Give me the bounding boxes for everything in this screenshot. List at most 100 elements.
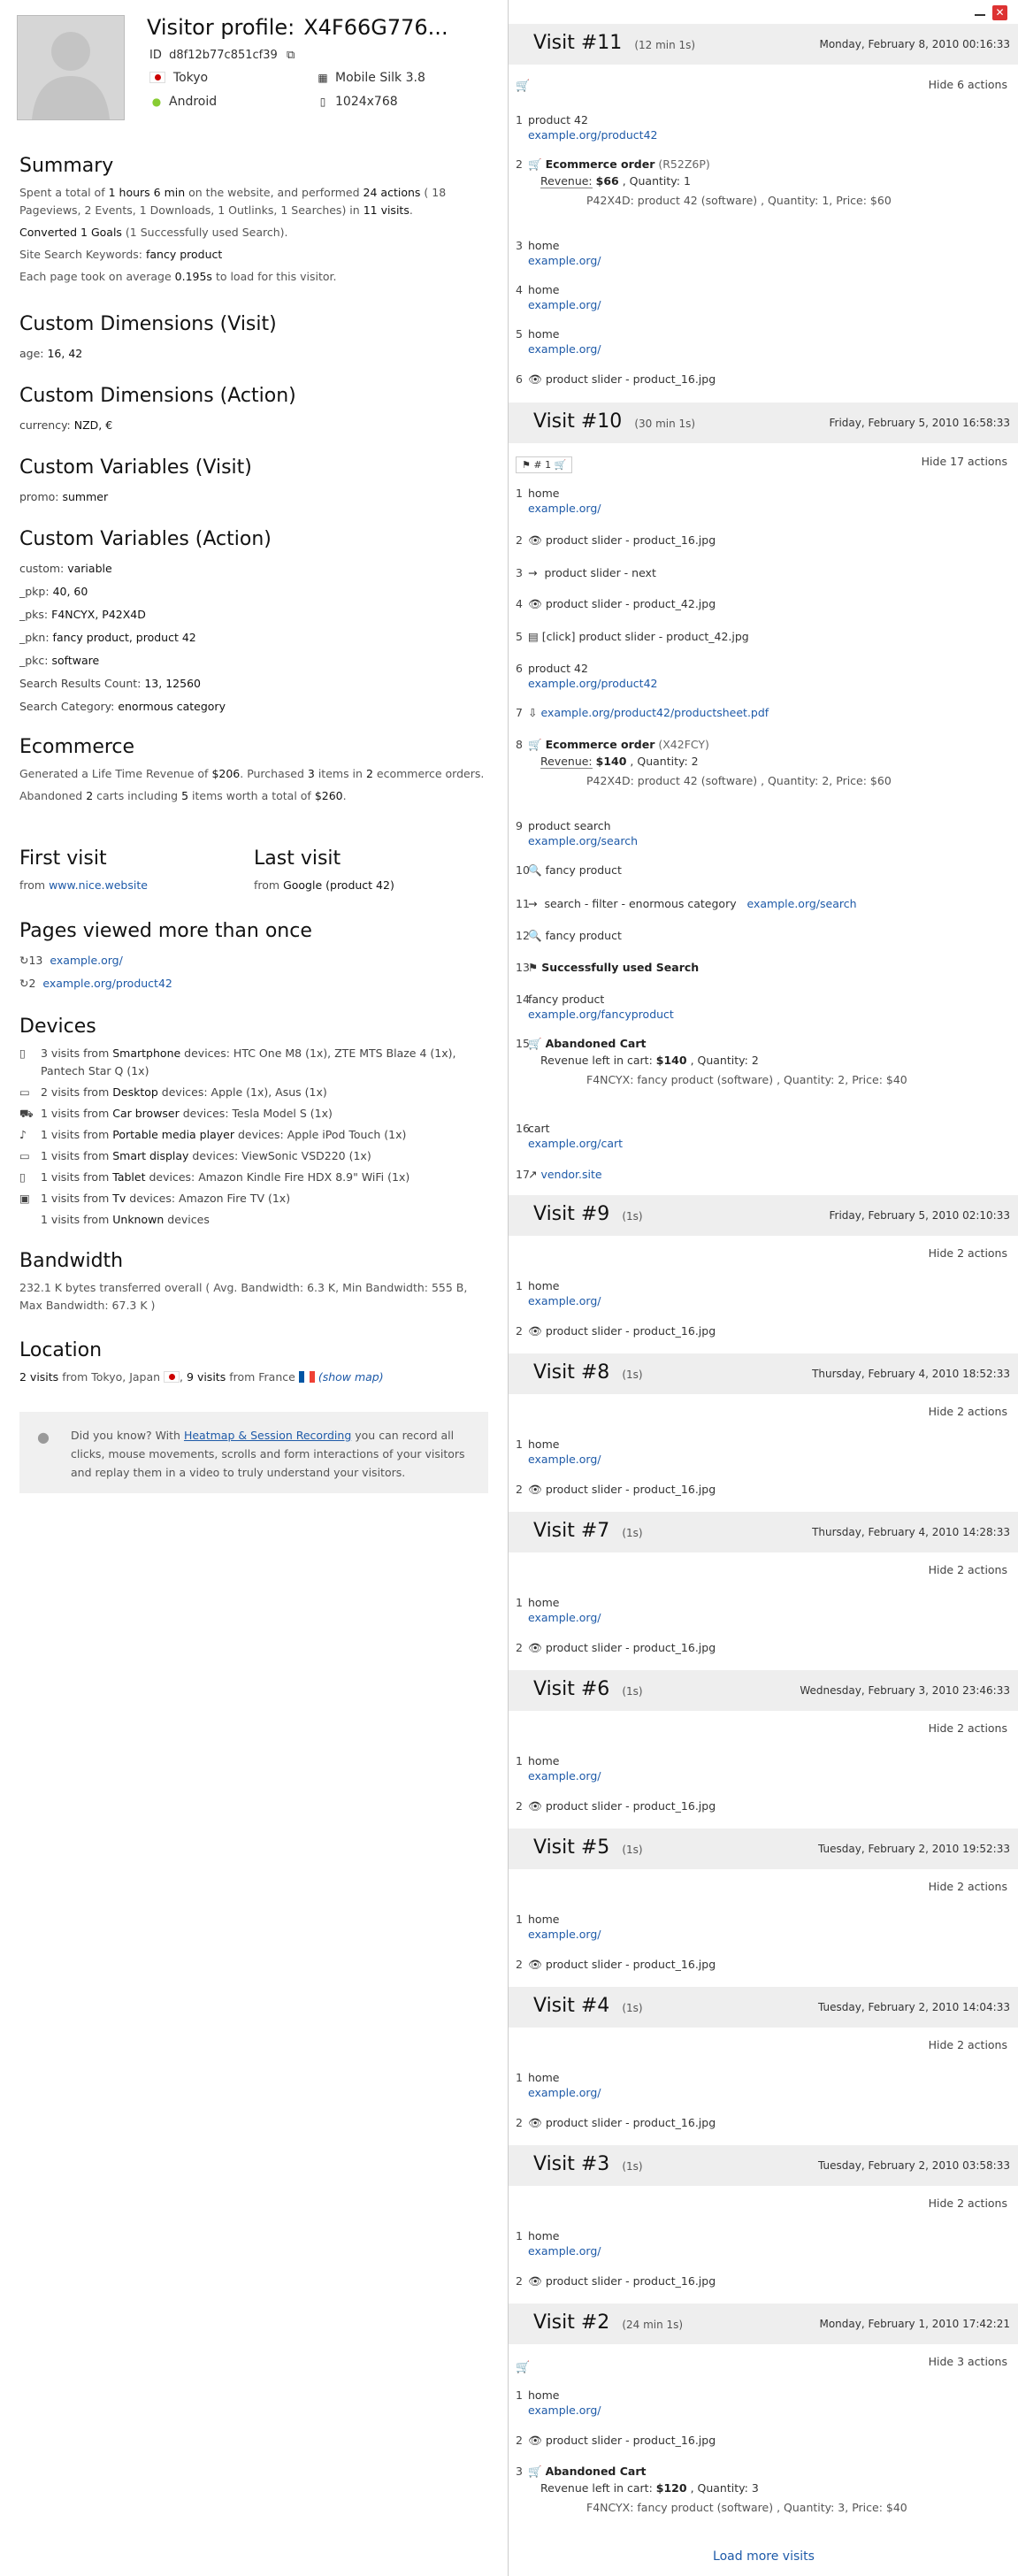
visit-action: 4 home example.org/ xyxy=(516,283,1011,314)
pages-viewed-section: Pages viewed more than once ↻13 example.… xyxy=(19,920,488,995)
smartphone-icon: ▯ xyxy=(19,1046,26,1060)
custom-dimensions-visit: Custom Dimensions (Visit) age: 16, 42 xyxy=(19,313,488,365)
visitor-id: ID d8f12b77c851cf39 ⧉ xyxy=(149,49,295,62)
page-title: Visitor profile: X4F66G776... xyxy=(147,15,448,40)
search-action: 10🔍 fancy product xyxy=(516,863,622,877)
event-action: 5 ▤ [click] product slider - product_42.j… xyxy=(516,630,749,643)
kv-row: promo: summer xyxy=(19,490,109,503)
kv-row: _pkp: 40, 60 xyxy=(19,585,88,598)
section-title: Custom Variables (Visit) xyxy=(19,456,252,479)
event-action: 4 👁 product slider - product_42.jpg xyxy=(516,597,716,610)
visit-header: Visit #11 (12 min 1s) Monday, February 8, … xyxy=(509,24,1018,65)
summary-text: Spent a total of 1 hours 6 min on the we… xyxy=(19,186,447,217)
first-visit-link[interactable]: www.nice.website xyxy=(49,878,148,892)
external-link-icon[interactable]: ⧉ xyxy=(287,49,295,62)
japan-flag-icon xyxy=(164,1371,180,1383)
goal-badges: ⚑ # 1 🛒 xyxy=(516,456,573,473)
page-url-link[interactable]: example.org/search xyxy=(747,897,857,910)
arrow-icon: → xyxy=(528,566,538,579)
hide-actions-link[interactable]: Hide 2 actions xyxy=(929,2196,1007,2210)
browser: Mobile Silk 3.8 xyxy=(335,71,425,85)
eye-icon: 👁 xyxy=(528,2116,542,2129)
tv-icon: ▣ xyxy=(19,1192,30,1205)
summary-section: Summary Spent a total of 1 hours 6 min o… xyxy=(19,155,488,290)
hide-actions-link[interactable]: Hide 3 actions xyxy=(929,2355,1007,2368)
hide-actions-link[interactable]: Hide 2 actions xyxy=(929,1246,1007,1260)
visit-action: 1 home example.org/ xyxy=(516,1913,1011,1944)
visit-title: Visit #11 (12 min 1s) xyxy=(533,32,696,54)
visit-action: 1 home example.org/ xyxy=(516,2388,1011,2419)
page-url-link[interactable]: example.org/ xyxy=(528,1451,1011,1468)
page-link[interactable]: example.org/ xyxy=(50,954,123,967)
event-action: 2 👁 product slider - product_16.jpg xyxy=(516,1799,716,1813)
hide-actions-link[interactable]: Hide 2 actions xyxy=(929,2038,1007,2051)
load-more-visits-link[interactable]: Load more visits xyxy=(509,2549,1018,2564)
page-url-link[interactable]: example.org/ xyxy=(528,296,1011,314)
page-url-link[interactable]: example.org/ xyxy=(528,1609,1011,1627)
outlink[interactable]: vendor.site xyxy=(540,1168,601,1181)
page-url-link[interactable]: example.org/ xyxy=(528,2402,1011,2419)
page-url-link[interactable]: example.org/ xyxy=(528,1767,1011,1785)
page-url-link[interactable]: example.org/ xyxy=(528,1926,1011,1944)
page-url-link[interactable]: example.org/ xyxy=(528,2084,1011,2102)
visit-header: Visit #3 (1s) Tuesday, February 2, 2010 03… xyxy=(509,2145,1018,2186)
section-title: Location xyxy=(19,1339,103,1361)
eye-icon: 👁 xyxy=(528,533,542,547)
section-title: Last visit xyxy=(254,847,341,870)
hide-actions-link[interactable]: Hide 6 actions xyxy=(929,78,1007,91)
page-url-link[interactable]: example.org/cart xyxy=(528,1135,1011,1153)
section-title: First visit xyxy=(19,847,107,870)
kv-row: _pkc: software xyxy=(19,654,100,667)
visit-date: Friday, February 5, 2010 16:58:33 xyxy=(829,417,1011,429)
event-action: 2 👁 product slider - product_16.jpg xyxy=(516,533,716,547)
page-url-link[interactable]: example.org/ xyxy=(528,1292,1011,1310)
devices-section: Devices ▯ 3 visits from Smartphone device… xyxy=(19,1016,488,1232)
page-url-link[interactable]: example.org/ xyxy=(528,252,1011,270)
download-link[interactable]: example.org/product42/productsheet.pdf xyxy=(540,706,769,719)
hide-actions-link[interactable]: Hide 17 actions xyxy=(922,455,1007,468)
heatmap-link[interactable]: Heatmap & Session Recording xyxy=(184,1429,351,1442)
flag-icon: ⚑ xyxy=(522,459,531,471)
device-list: ▯ 3 visits from Smartphone devices: HTC O… xyxy=(19,1045,488,1229)
tablet-icon: ▯ xyxy=(19,1170,26,1184)
kv-row: custom: variable xyxy=(19,562,112,575)
visit-date: Tuesday, February 2, 2010 19:52:33 xyxy=(818,1843,1010,1855)
minimize-icon[interactable] xyxy=(974,7,985,16)
eye-icon: 👁 xyxy=(528,1641,542,1654)
visit-header: Visit #2 (24 min 1s) Monday, February 1, 2… xyxy=(509,2304,1018,2344)
page-url-link[interactable]: example.org/ xyxy=(528,2242,1011,2260)
event-action: 2 👁 product slider - product_16.jpg xyxy=(516,1641,716,1654)
music-icon: ♪ xyxy=(19,1128,27,1141)
hide-actions-link[interactable]: Hide 2 actions xyxy=(929,1405,1007,1418)
visit-title: Visit #4 (1s) xyxy=(533,1995,643,2017)
visit-title: Visit #3 (1s) xyxy=(533,2153,643,2175)
summary-title: Summary xyxy=(19,155,114,177)
page-url-link[interactable]: example.org/product42 xyxy=(528,126,1011,144)
close-icon[interactable]: ✕ xyxy=(992,5,1007,20)
arrow-icon: → xyxy=(528,897,538,910)
page-url-link[interactable]: example.org/ xyxy=(528,500,1011,518)
section-title: Devices xyxy=(19,1016,96,1038)
location-section: Location 2 visits from Tokyo, Japan , 9 … xyxy=(19,1339,488,1391)
page-url-link[interactable]: example.org/ xyxy=(528,341,1011,358)
device-row: ♪ 1 visits from Portable media player dev… xyxy=(19,1126,488,1144)
tip-box: ● Did you know? With Heatmap & Session R… xyxy=(19,1412,488,1493)
visit-action: 1 home example.org/ xyxy=(516,1438,1011,1468)
flag-icon: ⚑ xyxy=(528,961,539,974)
hide-actions-link[interactable]: Hide 2 actions xyxy=(929,1563,1007,1576)
show-map-link[interactable]: (show map) xyxy=(318,1370,384,1384)
page-url-link[interactable]: example.org/fancyproduct xyxy=(528,1006,1011,1024)
outlink-icon: ↗ xyxy=(528,1168,538,1181)
device-row: ▣ 1 visits from Tv devices: Amazon Fire T… xyxy=(19,1190,488,1208)
page-url-link[interactable]: example.org/product42 xyxy=(528,675,1011,693)
page-link[interactable]: example.org/product42 xyxy=(42,977,172,990)
visit-header: Visit #10 (30 min 1s) Friday, February 5, … xyxy=(509,402,1018,443)
japan-flag-icon xyxy=(149,72,165,83)
hide-actions-link[interactable]: Hide 2 actions xyxy=(929,1721,1007,1735)
page-url-link[interactable]: example.org/search xyxy=(528,832,1011,850)
visit-action: 1 home example.org/ xyxy=(516,1754,1011,1785)
visit-action: 9 product search example.org/search xyxy=(516,819,1011,850)
eye-icon: 👁 xyxy=(528,1958,542,1971)
hide-actions-link[interactable]: Hide 2 actions xyxy=(929,1880,1007,1893)
visit-header: Visit #4 (1s) Tuesday, February 2, 2010 14… xyxy=(509,1987,1018,2028)
